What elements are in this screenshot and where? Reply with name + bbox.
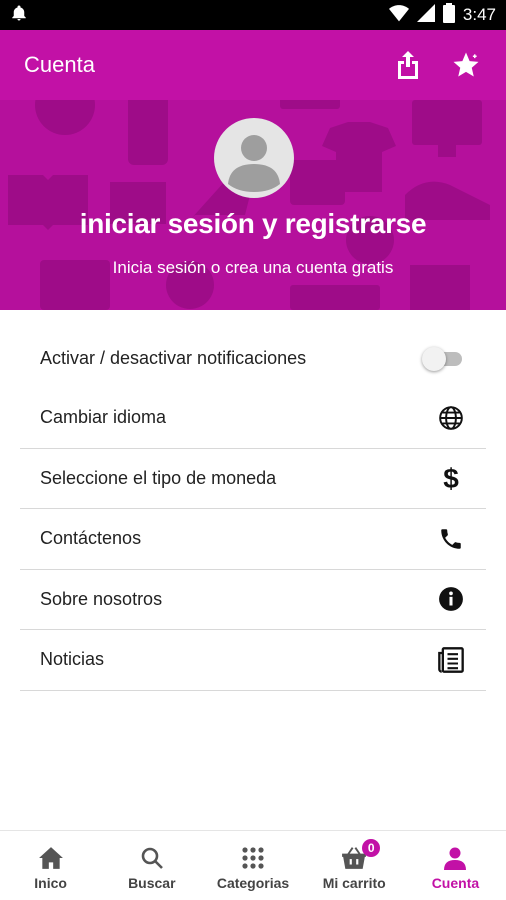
tab-search[interactable]: Buscar (101, 831, 202, 900)
setting-label: Contáctenos (40, 528, 142, 549)
contact-row[interactable]: Contáctenos (20, 509, 486, 570)
setting-label: Noticias (40, 649, 105, 670)
setting-label: Cambiar idioma (40, 407, 167, 428)
info-icon (436, 584, 466, 614)
tab-cart[interactable]: 0 Mi carrito (304, 831, 405, 900)
setting-label: Seleccione el tipo de moneda (40, 467, 277, 488)
setting-label: Activar / desactivar notificaciones (40, 347, 307, 368)
status-bar: 3:47 (0, 0, 506, 30)
tab-label: Inico (34, 875, 67, 891)
rate-star-icon[interactable] (450, 49, 482, 81)
settings-list: Activar / desactivar notificaciones Camb… (20, 328, 486, 691)
login-subtitle: Inicia sesión o crea una cuenta gratis (112, 258, 394, 277)
wifi-icon (388, 4, 409, 27)
page-title: Cuenta (24, 52, 95, 77)
setting-label: Sobre nosotros (40, 588, 163, 609)
news-row[interactable]: Noticias (20, 630, 486, 691)
grid-icon (239, 845, 267, 871)
clock-time: 3:47 (462, 5, 496, 24)
tab-account[interactable]: Cuenta (405, 831, 506, 900)
account-header: iniciar sesión y registrarse Inicia sesi… (0, 100, 506, 310)
app-bar: Cuenta (0, 30, 506, 100)
tab-label: Cuenta (431, 875, 480, 891)
avatar[interactable] (214, 118, 294, 198)
tab-label: Mi carrito (322, 875, 386, 891)
newspaper-icon (436, 645, 466, 675)
tab-home[interactable]: Inico (0, 831, 101, 900)
bottom-nav: Inico Buscar Categorias 0 Mi carrito Cue… (0, 830, 506, 900)
currency-row[interactable]: Seleccione el tipo de moneda $ (20, 449, 486, 509)
signal-icon (416, 3, 435, 27)
svg-text:$: $ (443, 464, 459, 492)
change-language-row[interactable]: Cambiar idioma (20, 388, 486, 449)
cart-icon: 0 (340, 839, 381, 871)
cart-badge: 0 (362, 839, 381, 857)
search-icon (138, 845, 166, 871)
tab-categories[interactable]: Categorias (202, 831, 303, 900)
dollar-icon: $ (436, 463, 466, 493)
tab-label: Categorias (216, 875, 290, 891)
notifications-toggle-row[interactable]: Activar / desactivar notificaciones (20, 328, 486, 388)
phone-icon (436, 524, 466, 554)
login-register-link[interactable]: iniciar sesión y registrarse (0, 208, 506, 240)
notifications-toggle[interactable] (422, 347, 466, 371)
home-icon (37, 845, 65, 871)
about-row[interactable]: Sobre nosotros (20, 570, 486, 630)
person-icon (441, 845, 469, 871)
share-icon[interactable] (392, 49, 424, 81)
notification-bell-icon (10, 3, 28, 28)
globe-icon (436, 403, 466, 433)
tab-label: Buscar (128, 875, 176, 891)
battery-icon (442, 2, 455, 28)
